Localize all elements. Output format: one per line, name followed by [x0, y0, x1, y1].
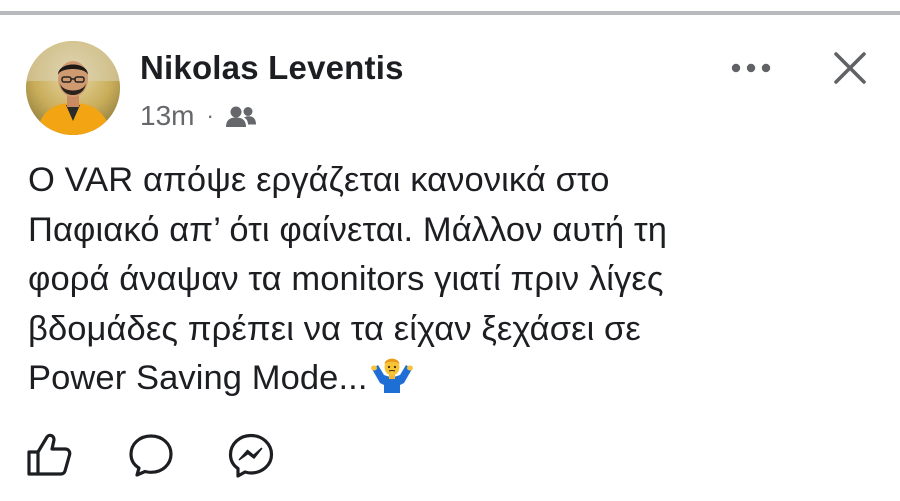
post-body: Ο VAR απόψε εργάζεται κανονικά στο Παφια…: [28, 161, 667, 397]
messenger-share-button[interactable]: [224, 428, 278, 482]
post-text: Ο VAR απόψε εργάζεται κανονικά στο Παφια…: [28, 156, 868, 404]
more-options-button[interactable]: [726, 48, 776, 88]
comment-button[interactable]: [124, 428, 178, 482]
like-button[interactable]: [22, 428, 76, 482]
man-shrugging-emoji: [370, 355, 414, 393]
author-name[interactable]: Nikolas Leventis: [140, 49, 404, 87]
comment-icon: [129, 434, 173, 477]
like-icon: [27, 433, 72, 476]
more-options-icon: [731, 63, 771, 73]
close-icon: [834, 52, 866, 84]
post-timestamp[interactable]: 13m: [140, 100, 194, 132]
friends-icon[interactable]: [224, 104, 258, 128]
messenger-share-icon: [228, 433, 274, 478]
close-button[interactable]: [828, 46, 872, 90]
post-meta: 13m ·: [140, 99, 258, 133]
profile-photo-icon: [26, 41, 120, 135]
post-actions-bar: [0, 422, 900, 492]
meta-separator: ·: [206, 103, 214, 128]
author-avatar[interactable]: [26, 41, 120, 135]
